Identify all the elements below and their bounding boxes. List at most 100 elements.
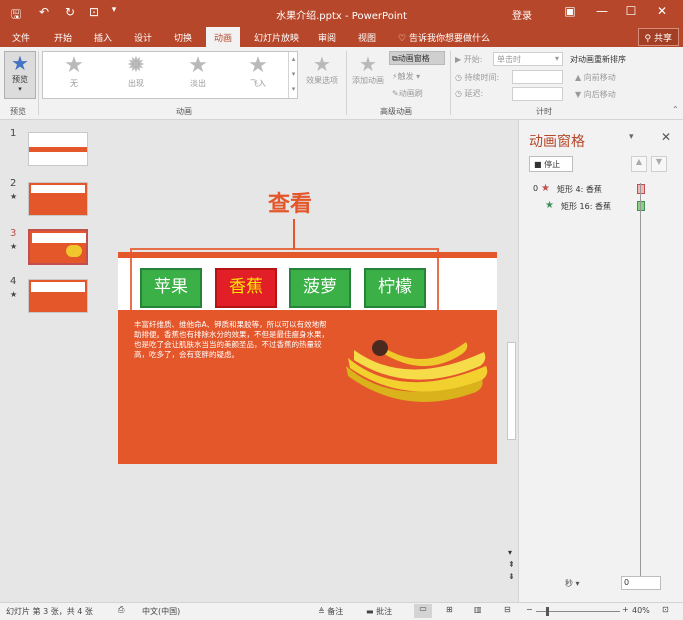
share-button[interactable]: ⚲ 共享 bbox=[637, 28, 679, 46]
zoom-slider-thumb[interactable] bbox=[546, 607, 549, 616]
group-divider bbox=[450, 51, 451, 115]
thumb-anim-star-3: ★ bbox=[10, 242, 18, 251]
clock-icon: ◷ bbox=[455, 89, 465, 98]
anim-fade[interactable]: ★ 淡出 bbox=[173, 54, 223, 89]
title-bar: 🖫 ↶ ↻ ⊡ ▾ 水果介绍.pptx - PowerPoint 登录 ▣ — … bbox=[0, 0, 683, 27]
slide-sorter-icon[interactable]: ⊞ bbox=[446, 605, 453, 614]
anim-fade-label: 淡出 bbox=[190, 79, 206, 88]
anim-fly-in[interactable]: ★ 飞入 bbox=[233, 54, 283, 89]
anim-appear[interactable]: ✹ 出现 bbox=[111, 54, 161, 89]
trigger-button[interactable]: ⚡触发 ▾ bbox=[392, 71, 420, 82]
fruit-button-apple[interactable]: 苹果 bbox=[140, 268, 202, 308]
tell-me-box[interactable]: ♡ 告诉我你想要做什么 bbox=[398, 31, 490, 44]
tab-animations[interactable]: 动画 bbox=[206, 27, 241, 47]
animation-pane-button[interactable]: ⧉动画窗格 bbox=[389, 51, 445, 65]
fruit-button-pineapple[interactable]: 菠萝 bbox=[289, 268, 351, 308]
share-label: 共享 bbox=[653, 34, 672, 44]
stop-icon: ■ bbox=[534, 160, 545, 169]
duration-label-text: 持续时间: bbox=[464, 73, 500, 82]
slideshow-icon[interactable]: ⊟ bbox=[504, 605, 511, 614]
slide-thumb-1[interactable] bbox=[28, 132, 88, 166]
slide-thumb-4[interactable] bbox=[28, 279, 88, 313]
anim-item-1[interactable]: 0 ★ 矩形 4: 香蕉 bbox=[533, 183, 665, 197]
start-select[interactable]: 单击时 ▾ bbox=[493, 52, 563, 66]
callout-heading: 查看 bbox=[268, 192, 313, 217]
tab-design[interactable]: 设计 bbox=[134, 31, 152, 44]
effect-options-label: 效果选项 bbox=[306, 76, 338, 85]
group-divider bbox=[38, 51, 39, 115]
anim-none[interactable]: ★ 无 bbox=[49, 54, 99, 89]
tab-transitions[interactable]: 切换 bbox=[174, 31, 192, 44]
move-later-label: 向后移动 bbox=[583, 90, 616, 99]
tab-home[interactable]: 开始 bbox=[54, 31, 72, 44]
reading-view-icon[interactable]: ▥ bbox=[474, 605, 482, 614]
notes-label: 备注 bbox=[327, 607, 344, 616]
zoom-out-icon[interactable]: − bbox=[526, 605, 533, 614]
timeline-guide bbox=[640, 183, 641, 579]
triangle-down-icon: ▼ bbox=[575, 90, 584, 99]
zoom-level[interactable]: 40% bbox=[632, 606, 650, 615]
red-star-icon: ★ bbox=[541, 183, 550, 194]
comments-label: 批注 bbox=[376, 607, 393, 616]
fruit-button-banana[interactable]: 香蕉 bbox=[215, 268, 277, 308]
animation-pane-title: 动画窗格 bbox=[529, 134, 585, 150]
person-icon: ⚲ bbox=[644, 34, 654, 44]
comments-button[interactable]: ▬ 批注 bbox=[366, 606, 392, 617]
spelling-icon[interactable]: ⎙ bbox=[118, 605, 124, 615]
duration-input[interactable] bbox=[512, 70, 563, 84]
seconds-button[interactable]: 秒 ▾ bbox=[565, 578, 580, 589]
tab-view[interactable]: 视图 bbox=[358, 31, 376, 44]
close-icon[interactable]: ✕ bbox=[652, 4, 672, 18]
effect-options-button[interactable]: ★ 效果选项 bbox=[302, 53, 342, 86]
reorder-title: 对动画重新排序 bbox=[570, 55, 626, 64]
normal-view-icon[interactable]: ▭ bbox=[414, 604, 432, 618]
move-earlier-button[interactable]: ▲ 向前移动 bbox=[575, 72, 616, 83]
move-up-icon[interactable]: ▲ bbox=[631, 156, 647, 172]
tab-review[interactable]: 审阅 bbox=[318, 31, 336, 44]
pane-options-icon[interactable]: ▾ bbox=[629, 132, 634, 142]
collapse-ribbon-icon[interactable]: ⌃ bbox=[672, 105, 679, 114]
move-later-button[interactable]: ▼ 向后移动 bbox=[575, 89, 616, 100]
tab-file[interactable]: 文件 bbox=[12, 31, 30, 44]
ribbon-display-options-icon[interactable]: ▣ bbox=[560, 4, 580, 18]
anim-item-2[interactable]: ★ 矩形 16: 香蕉 bbox=[533, 200, 665, 214]
pane-close-icon[interactable]: ✕ bbox=[661, 130, 671, 144]
tell-me-text: 告诉我你想要做什么 bbox=[408, 34, 490, 44]
scroll-thumb[interactable] bbox=[507, 342, 516, 440]
timeline-zoom[interactable]: 0 bbox=[621, 576, 661, 590]
language-indicator[interactable]: 中文(中国) bbox=[142, 606, 180, 617]
slide-thumb-3[interactable] bbox=[28, 229, 88, 265]
animation-painter-button[interactable]: ✎动画刷 bbox=[392, 88, 423, 99]
move-earlier-label: 向前移动 bbox=[583, 73, 616, 82]
slide-thumb-2[interactable] bbox=[28, 182, 88, 216]
gallery-scroll[interactable]: ▴ ▾ ▾ bbox=[288, 52, 298, 98]
thumb-number-4: 4 bbox=[10, 276, 17, 287]
chevron-down-icon: ▾ bbox=[554, 54, 559, 63]
lightbulb-icon: ♡ bbox=[398, 34, 409, 44]
prev-slide-icon[interactable]: ⇞ bbox=[508, 560, 515, 569]
login-link[interactable]: 登录 bbox=[512, 7, 532, 22]
delay-input[interactable] bbox=[512, 87, 563, 101]
move-down-icon[interactable]: ▼ bbox=[651, 156, 667, 172]
anim-none-label: 无 bbox=[70, 79, 78, 88]
next-slide-icon[interactable]: ⇟ bbox=[508, 572, 515, 581]
preview-button[interactable]: ★ 预览 ▾ bbox=[4, 51, 36, 99]
tab-insert[interactable]: 插入 bbox=[94, 31, 112, 44]
timing-bar bbox=[637, 184, 645, 194]
comment-icon: ▬ bbox=[366, 607, 377, 616]
fruit-button-lemon[interactable]: 柠檬 bbox=[364, 268, 426, 308]
thumb-banana bbox=[66, 245, 82, 257]
add-animation-label: 添加动画 bbox=[352, 76, 384, 85]
scroll-down-icon[interactable]: ▾ bbox=[508, 548, 512, 557]
zoom-in-icon[interactable]: + bbox=[622, 605, 629, 614]
fit-to-window-icon[interactable]: ⊡ bbox=[662, 605, 669, 614]
tab-slideshow[interactable]: 幻灯片放映 bbox=[254, 31, 299, 44]
thumb-top-strip bbox=[31, 185, 85, 193]
delay-label-text: 延迟: bbox=[464, 89, 484, 98]
maximize-icon[interactable]: ☐ bbox=[621, 4, 641, 18]
minimize-icon[interactable]: — bbox=[592, 4, 612, 18]
canvas-scrollbar[interactable]: ▾ ⇞ ⇟ bbox=[505, 120, 518, 602]
add-animation-button[interactable]: ★ 添加动画 bbox=[350, 53, 386, 86]
notes-button[interactable]: ≜ 备注 bbox=[318, 606, 343, 617]
stop-button[interactable]: ■ 停止 bbox=[529, 156, 573, 172]
